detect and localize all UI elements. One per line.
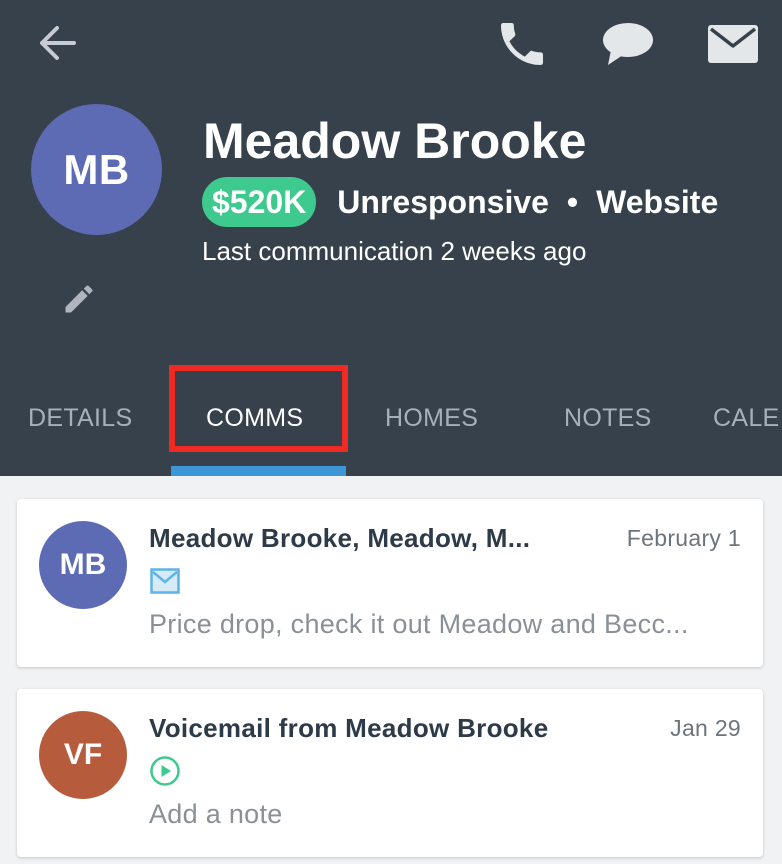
communication-title: Meadow Brooke, Meadow, M...	[149, 523, 531, 553]
phone-icon	[501, 23, 543, 65]
email-button[interactable]	[700, 16, 766, 72]
back-button[interactable]	[28, 16, 86, 70]
sender-avatar: VF	[39, 711, 127, 799]
communication-item[interactable]: MB Meadow Brooke, Meadow, M... February …	[17, 499, 763, 667]
envelope-icon	[708, 25, 758, 63]
source-label: Website	[596, 183, 719, 220]
status-label: Unresponsive	[337, 183, 549, 220]
last-communication-text: Last communication 2 weeks ago	[202, 236, 587, 266]
active-tab-indicator	[171, 466, 346, 476]
add-note-prompt[interactable]: Add a note	[149, 799, 283, 830]
contact-name: Meadow Brooke	[203, 113, 587, 169]
arrow-left-icon	[40, 26, 76, 60]
tab-notes[interactable]: NOTES	[564, 396, 652, 440]
message-button[interactable]	[592, 14, 662, 74]
call-button[interactable]	[490, 12, 554, 76]
tab-calendar[interactable]: CALE	[713, 396, 780, 440]
chat-bubble-icon	[603, 23, 653, 65]
contact-avatar: MB	[31, 104, 162, 235]
envelope-icon	[149, 565, 181, 597]
tab-comms[interactable]: COMMS	[206, 396, 303, 440]
tab-details[interactable]: DETAILS	[28, 396, 132, 440]
communication-snippet: Price drop, check it out Meadow and Becc…	[149, 609, 689, 639]
play-circle-icon[interactable]	[149, 755, 181, 787]
communication-item[interactable]: VF Voicemail from Meadow Brooke Jan 29 A…	[17, 689, 763, 857]
contact-meta-row: $520K Unresponsive • Website	[202, 177, 718, 227]
tab-homes[interactable]: HOMES	[385, 396, 478, 440]
contact-header: MB Meadow Brooke $520K Unresponsive • We…	[0, 0, 782, 476]
communication-date: Jan 29	[670, 715, 741, 741]
price-badge: $520K	[202, 177, 317, 227]
pencil-icon	[65, 285, 93, 313]
communication-title: Voicemail from Meadow Brooke	[149, 713, 549, 743]
sender-avatar: MB	[39, 521, 127, 609]
edit-contact-button[interactable]	[54, 274, 104, 324]
communication-date: February 1	[626, 525, 741, 551]
separator-dot: •	[566, 183, 579, 220]
